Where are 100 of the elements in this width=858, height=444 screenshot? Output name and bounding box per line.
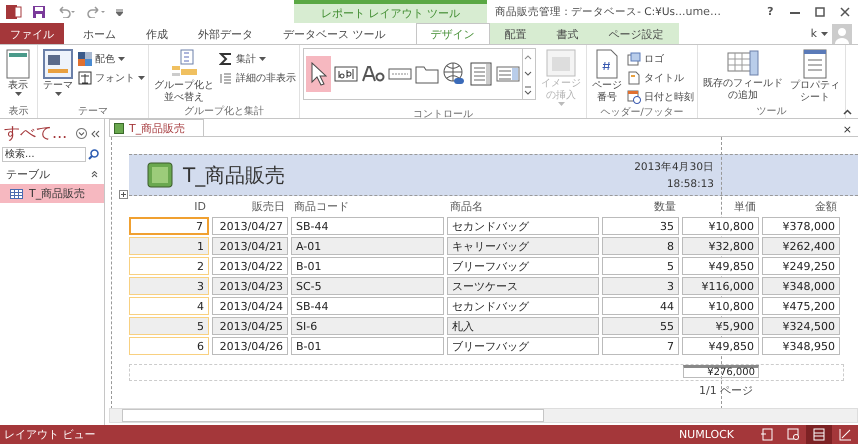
column-header[interactable]: 商品名 [447,198,599,214]
report-title[interactable]: T_商品販売 [183,162,554,188]
control-tool[interactable] [306,56,331,92]
table-cell[interactable]: ブリーフバッグ [447,337,599,355]
table-cell[interactable]: ¥262,400 [762,237,840,255]
nav-item[interactable]: T_商品販売 [0,184,104,203]
collapse-pane-icon[interactable] [91,130,100,138]
table-cell[interactable]: 35 [602,217,679,235]
table-cell[interactable]: SB-44 [291,297,444,315]
table-cell[interactable]: ¥249,250 [762,257,840,275]
ribbon-tab[interactable]: 作成 [131,23,183,44]
table-cell[interactable]: ¥475,200 [762,297,840,315]
ribbon-command[interactable]: 集計 [219,50,296,67]
collapse-group-icon[interactable] [91,171,98,178]
table-cell[interactable]: 1 [129,237,209,255]
dropdown-icon[interactable] [76,128,87,139]
layout-selector-icon[interactable] [119,190,128,199]
ribbon-tab[interactable]: ホーム [68,23,131,44]
table-cell[interactable]: 55 [602,317,679,335]
table-cell[interactable]: ¥348,000 [762,277,840,295]
table-cell[interactable]: ¥378,000 [762,217,840,235]
horizontal-scrollbar[interactable] [109,408,858,423]
table-cell[interactable]: ¥10,800 [682,217,759,235]
table-cell[interactable]: 7 [602,337,679,355]
ribbon-button[interactable]: 既存のフィールド の追加 [701,48,785,102]
table-cell[interactable]: 4 [129,297,209,315]
table-cell[interactable]: A-01 [291,237,444,255]
table-cell[interactable]: 札入 [447,317,599,335]
gallery-scroll-icon[interactable] [522,49,533,99]
search-field[interactable]: 検索... [2,147,86,162]
table-cell[interactable]: セカンドバッグ [447,217,599,235]
account-name[interactable]: k [810,27,817,40]
table-cell[interactable]: ¥49,850 [682,337,759,355]
help-button[interactable]: ? [758,0,783,23]
table-cell[interactable]: 3 [129,277,209,295]
table-cell[interactable]: ¥324,500 [762,317,840,335]
ribbon-button[interactable]: プロパティ シート [788,48,842,104]
table-cell[interactable]: ¥32,800 [682,237,759,255]
ribbon-command[interactable]: ロゴ [627,50,694,67]
table-cell[interactable]: ¥49,850 [682,257,759,275]
collapse-icon[interactable] [843,109,852,115]
table-cell[interactable]: スーツケース [447,277,599,295]
table-cell[interactable]: ¥10,800 [682,297,759,315]
table-cell[interactable]: 2 [129,257,209,275]
ribbon-tab[interactable]: 配置 [490,23,542,44]
ribbon-tab[interactable]: 外部データ [183,23,268,44]
customize-icon[interactable] [116,8,123,16]
column-header[interactable]: 単価 [682,198,759,214]
table-cell[interactable]: 2013/04/23 [212,277,288,295]
ribbon-tab[interactable]: デザイン [416,23,490,44]
ribbon-tab[interactable]: 書式 [542,23,594,44]
table-cell[interactable]: セカンドバッグ [447,297,599,315]
column-header[interactable]: 金額 [762,198,840,214]
table-cell[interactable]: 44 [602,297,679,315]
table-cell[interactable]: 5 [602,257,679,275]
ribbon-tab[interactable]: ページ設定 [594,23,678,44]
table-cell[interactable]: ブリーフバッグ [447,257,599,275]
table-cell[interactable]: 5 [129,317,209,335]
column-header[interactable]: ID [129,200,209,212]
report-date[interactable]: 2013年4月30日 [634,160,714,174]
table-cell[interactable]: ¥5,900 [682,317,759,335]
table-cell[interactable]: SB-44 [291,217,444,235]
table-cell[interactable]: B-01 [291,337,444,355]
column-header[interactable]: 数量 [602,198,679,214]
ribbon-button[interactable]: 表示 [3,48,33,97]
save-icon[interactable] [32,4,46,18]
table-cell[interactable]: 2013/04/24 [212,297,288,315]
table-cell[interactable]: ¥348,950 [762,337,840,355]
table-cell[interactable]: キャリーバッグ [447,237,599,255]
table-cell[interactable]: 7 [129,217,209,235]
table-cell[interactable]: 2013/04/21 [212,237,288,255]
ribbon-command[interactable]: 詳細の非表示 [219,69,296,86]
ribbon-command[interactable]: フォント [78,69,145,86]
close-document-button[interactable]: × [842,123,858,136]
table-cell[interactable]: ¥116,000 [682,277,759,295]
report-time[interactable]: 18:58:13 [666,178,714,190]
ribbon-tab[interactable]: データベース ツール [268,23,400,44]
table-cell[interactable]: SI-6 [291,317,444,335]
table-cell[interactable]: B-01 [291,257,444,275]
table-cell[interactable]: 2013/04/22 [212,257,288,275]
total-field[interactable]: ¥276,000 [683,365,759,378]
table-cell[interactable]: 2013/04/25 [212,317,288,335]
ribbon-command[interactable]: 配色 [78,50,145,67]
column-header[interactable]: 販売日 [212,198,288,214]
ribbon-button[interactable]: グループ化と 並べ替え [152,48,216,104]
table-cell[interactable]: 8 [602,237,679,255]
ribbon-command[interactable]: 日付と時刻 [627,88,694,105]
table-cell[interactable]: 6 [129,337,209,355]
nav-pane-title[interactable]: すべて... [4,123,72,144]
ribbon-tab[interactable]: ファイル [0,23,64,44]
table-cell[interactable]: 2013/04/27 [212,217,288,235]
ribbon-command[interactable]: タイトル [627,69,694,86]
ribbon-button[interactable]: ページ 番号 [590,48,624,104]
page-number[interactable]: 1/1 ページ [699,383,844,398]
view-button[interactable] [806,425,832,444]
table-cell[interactable]: 2013/04/26 [212,337,288,355]
nav-group-header[interactable]: テーブル [6,167,50,182]
table-cell[interactable]: SC-5 [291,277,444,295]
ribbon-button[interactable]: テーマ [41,48,75,97]
column-header[interactable]: 商品コード [291,198,444,214]
